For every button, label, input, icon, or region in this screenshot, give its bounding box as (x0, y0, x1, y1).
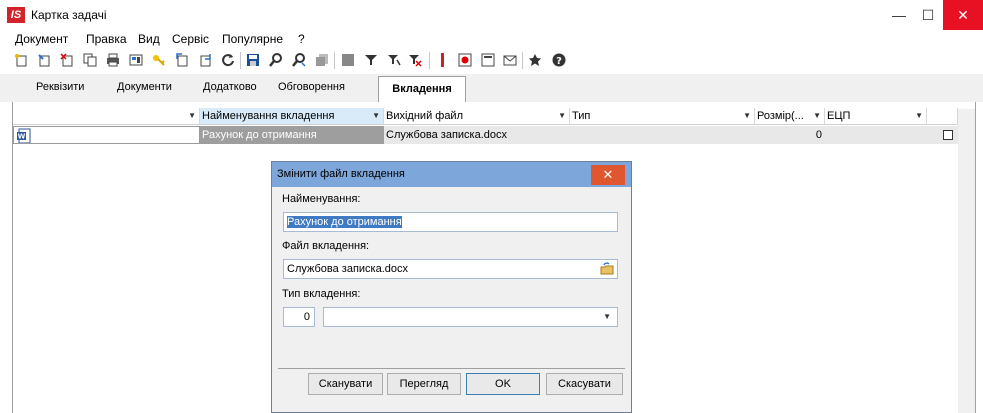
key-icon[interactable] (152, 53, 166, 67)
menu-edit[interactable]: Правка (86, 32, 127, 46)
mail-icon[interactable] (503, 53, 517, 67)
edit-document-icon[interactable] (37, 53, 51, 67)
tab-additional[interactable]: Додатково (203, 81, 257, 93)
tab-documents[interactable]: Документи (117, 81, 172, 93)
tab-attachments[interactable]: Вкладення (378, 76, 466, 102)
change-attachment-dialog: Змінити файл вкладення ✕ Найменування: Р… (271, 161, 632, 413)
row-type-cell[interactable] (570, 126, 755, 144)
column-header-size[interactable]: Розмір(... ▼ (755, 108, 825, 125)
doc-export-icon[interactable] (175, 53, 189, 67)
left-strip (0, 102, 12, 413)
app-logo-icon: IS (7, 7, 25, 23)
cancel-button[interactable]: Скасувати (546, 373, 623, 395)
name-input-value: Рахунок до отримання (287, 216, 402, 228)
row-signature-checkbox[interactable] (943, 130, 953, 140)
dialog-separator (278, 368, 625, 369)
word-document-icon: W (17, 128, 31, 143)
copy-icon[interactable] (83, 53, 97, 67)
browse-folder-icon[interactable] (600, 262, 614, 276)
ok-button[interactable]: OK (466, 373, 540, 395)
close-window-button[interactable]: ✕ (943, 0, 983, 30)
row-signature-cell (825, 126, 958, 144)
properties-icon[interactable] (315, 53, 329, 67)
refresh-icon[interactable] (221, 53, 235, 67)
row-icon-cell: W (13, 126, 200, 144)
toolbar-separator (334, 52, 335, 69)
menu-service[interactable]: Сервіс (172, 32, 209, 46)
menu-view[interactable]: Вид (138, 32, 160, 46)
row-name-cell[interactable]: Рахунок до отримання (200, 126, 384, 144)
doc-import-icon[interactable] (198, 53, 212, 67)
close-icon: ✕ (602, 167, 614, 182)
record-icon[interactable] (458, 53, 472, 67)
column-header-icon[interactable]: ▼ (13, 108, 200, 125)
row-file-cell[interactable]: Службова записка.docx (384, 126, 570, 144)
type-label: Тип вкладення: (282, 288, 361, 300)
divider-bar-icon (441, 53, 444, 67)
grid-scrollbar[interactable] (958, 109, 975, 413)
toolbar-separator (522, 52, 523, 69)
save-icon[interactable] (246, 53, 260, 67)
search-next-icon[interactable] (292, 53, 306, 67)
filter-clear-icon[interactable] (408, 53, 422, 67)
window-title: Картка задачі (31, 8, 107, 22)
help-icon[interactable]: ? (552, 53, 566, 67)
favorite-star-icon[interactable] (528, 53, 542, 67)
dialog-close-button[interactable]: ✕ (591, 165, 625, 185)
toolbar: ? (0, 48, 983, 74)
menu-document[interactable]: Документ (15, 32, 68, 46)
menu-bar: Документ Правка Вид Сервіс Популярне ? (0, 30, 983, 48)
search-icon[interactable] (269, 53, 283, 67)
name-label: Найменування: (282, 193, 361, 205)
tab-discussion[interactable]: Обговорення (278, 81, 345, 93)
toolbar-separator (429, 52, 430, 69)
print-icon[interactable] (106, 53, 120, 67)
name-input[interactable]: Рахунок до отримання (283, 212, 618, 232)
menu-popular[interactable]: Популярне (222, 32, 283, 46)
svg-text:W: W (18, 133, 26, 141)
chevron-down-icon: ▼ (603, 312, 611, 321)
maximize-icon[interactable]: ☐ (913, 0, 943, 30)
column-header-signature[interactable]: ЕЦП ▼ (825, 108, 927, 125)
filter-edit-icon[interactable] (387, 53, 401, 67)
file-input-value: Службова записка.docx (287, 263, 409, 275)
layout-icon[interactable] (129, 53, 143, 67)
type-select[interactable]: ▼ (323, 307, 618, 327)
column-header-type[interactable]: Тип ▼ (570, 108, 755, 125)
tab-requisites[interactable]: Реквізити (36, 81, 84, 93)
filter-icon[interactable] (364, 53, 378, 67)
title-bar: IS Картка задачі — ☐ ✕ (0, 0, 983, 30)
delete-document-icon[interactable] (60, 53, 74, 67)
column-header-extra (927, 108, 958, 125)
scan-button[interactable]: Сканувати (308, 373, 383, 395)
dialog-title-bar: Змінити файл вкладення ✕ (272, 162, 631, 187)
grid-view-icon[interactable] (341, 53, 355, 67)
column-header-name[interactable]: Найменування вкладення ▼ (200, 108, 384, 125)
view-button[interactable]: Перегляд (387, 373, 461, 395)
menu-help[interactable]: ? (298, 32, 305, 46)
dialog-title: Змінити файл вкладення (277, 168, 405, 180)
file-label: Файл вкладення: (282, 240, 370, 252)
toolbar-separator (240, 52, 241, 69)
form-icon[interactable] (481, 53, 495, 67)
row-size-cell[interactable]: 0 (755, 126, 825, 144)
type-code-input[interactable]: 0 (283, 307, 315, 327)
new-document-icon[interactable] (14, 53, 28, 67)
minimize-icon[interactable]: — (884, 0, 914, 30)
file-input[interactable]: Службова записка.docx (283, 259, 618, 279)
column-header-source-file[interactable]: Вихідний файл ▼ (384, 108, 570, 125)
tab-strip: Реквізити Документи Додатково Обговоренн… (0, 74, 983, 102)
svg-text:?: ? (556, 56, 562, 67)
